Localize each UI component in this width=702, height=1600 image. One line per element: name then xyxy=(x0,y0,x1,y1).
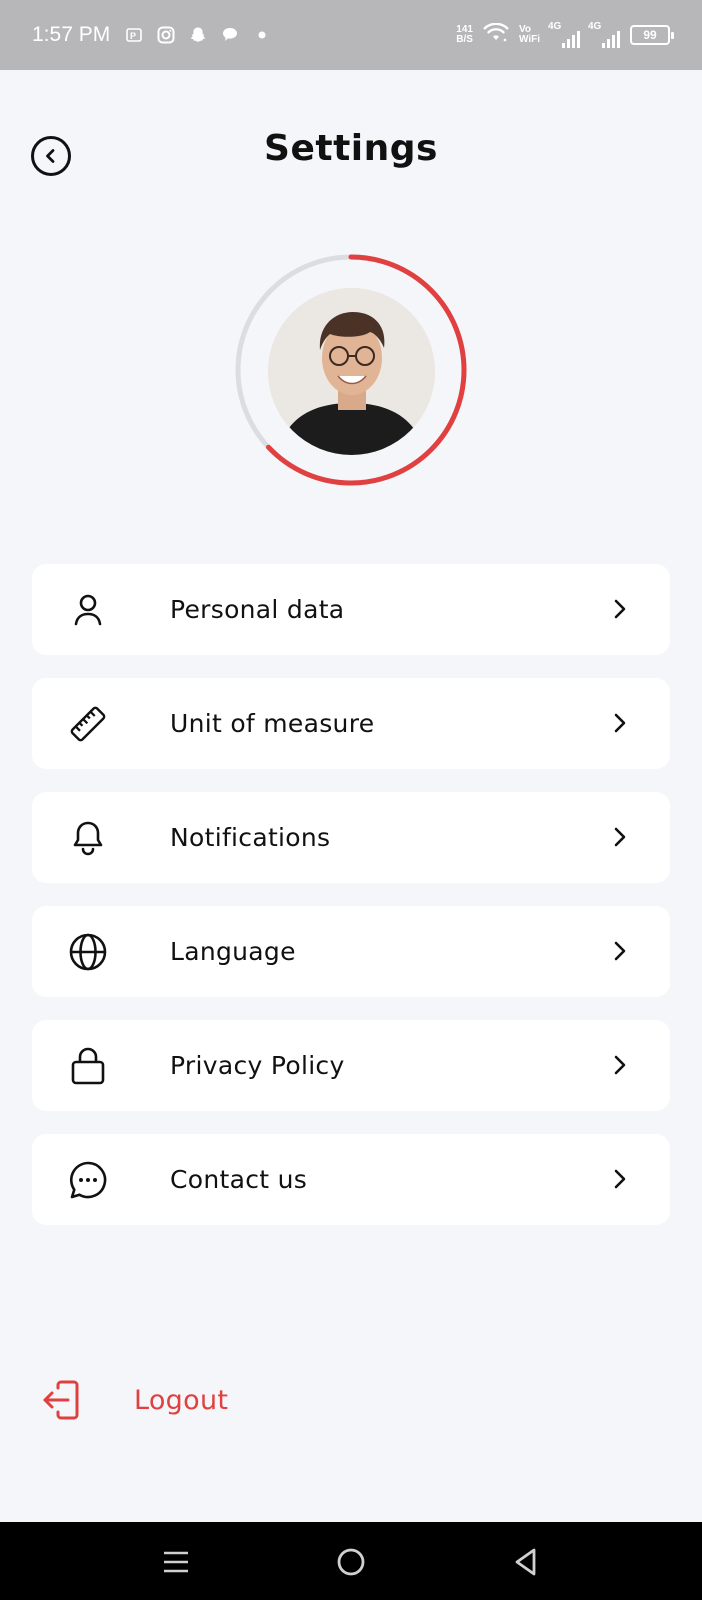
chat-icon xyxy=(68,1160,108,1200)
menu-item-unit-of-measure[interactable]: Unit of measure xyxy=(32,678,670,769)
wifi-icon xyxy=(483,22,509,48)
recent-apps-icon xyxy=(164,1551,188,1573)
menu-item-personal-data[interactable]: Personal data xyxy=(32,564,670,655)
menu-item-language[interactable]: Language xyxy=(32,906,670,997)
signal-icon-1: 4G xyxy=(548,20,580,48)
menu-item-label: Unit of measure xyxy=(170,709,375,738)
logout-icon xyxy=(43,1380,79,1420)
bell-icon xyxy=(68,818,108,858)
battery-level: 99 xyxy=(643,28,657,42)
status-indicators: 141 B/S Vo WiFi 4G 4G 99 xyxy=(456,20,674,48)
lock-icon xyxy=(68,1046,108,1086)
status-time: 1:57 PM xyxy=(32,23,111,46)
instagram-icon xyxy=(156,25,176,45)
snapchat-icon xyxy=(188,25,208,45)
menu-item-label: Personal data xyxy=(170,595,345,624)
vowifi-indicator: Vo WiFi xyxy=(519,25,540,45)
signal-icon-2: 4G xyxy=(588,20,620,48)
dot-icon xyxy=(252,25,272,45)
menu-item-contact-us[interactable]: Contact us xyxy=(32,1134,670,1225)
ruler-icon xyxy=(68,704,108,744)
network-type-label: 4G xyxy=(548,20,562,32)
logout-button[interactable]: Logout xyxy=(40,1378,228,1422)
menu-item-label: Privacy Policy xyxy=(170,1051,345,1080)
menu-item-notifications[interactable]: Notifications xyxy=(32,792,670,883)
page-title: Settings xyxy=(264,128,438,169)
svg-text:P: P xyxy=(130,31,136,41)
wifi-label: WiFi xyxy=(518,34,540,45)
profile-photo xyxy=(268,288,435,455)
menu-item-label: Notifications xyxy=(170,823,331,852)
chevron-right-icon xyxy=(614,713,626,733)
home-icon xyxy=(337,1548,365,1576)
globe-icon xyxy=(68,932,108,972)
menu-item-label: Contact us xyxy=(170,1165,308,1194)
network-type-label: 4G xyxy=(588,20,602,32)
chat-bubble-icon xyxy=(220,25,240,45)
chevron-right-icon xyxy=(614,827,626,847)
network-speed: 141 B/S xyxy=(456,25,473,45)
system-nav-bar xyxy=(0,1522,702,1600)
recent-apps-button[interactable] xyxy=(158,1544,194,1580)
user-icon xyxy=(68,590,108,630)
system-back-button[interactable] xyxy=(508,1544,544,1580)
back-triangle-icon xyxy=(515,1548,536,1576)
chevron-right-icon xyxy=(614,941,626,961)
logout-label: Logout xyxy=(134,1384,229,1416)
status-bar: 1:57 PM P 141 B/S Vo WiFi 4G 4G 99 xyxy=(0,0,702,70)
home-button[interactable] xyxy=(333,1544,369,1580)
chevron-right-icon xyxy=(614,1055,626,1075)
notification-icons: P xyxy=(124,25,272,45)
battery-icon: 99 xyxy=(630,25,674,45)
chevron-right-icon xyxy=(614,599,626,619)
chevron-right-icon xyxy=(614,1169,626,1189)
paytm-icon: P xyxy=(124,25,144,45)
settings-menu: Personal data Unit of measure Notificati… xyxy=(32,564,670,1248)
network-speed-unit: B/S xyxy=(456,34,473,45)
menu-item-privacy-policy[interactable]: Privacy Policy xyxy=(32,1020,670,1111)
menu-item-label: Language xyxy=(170,937,296,966)
avatar[interactable] xyxy=(268,288,435,455)
